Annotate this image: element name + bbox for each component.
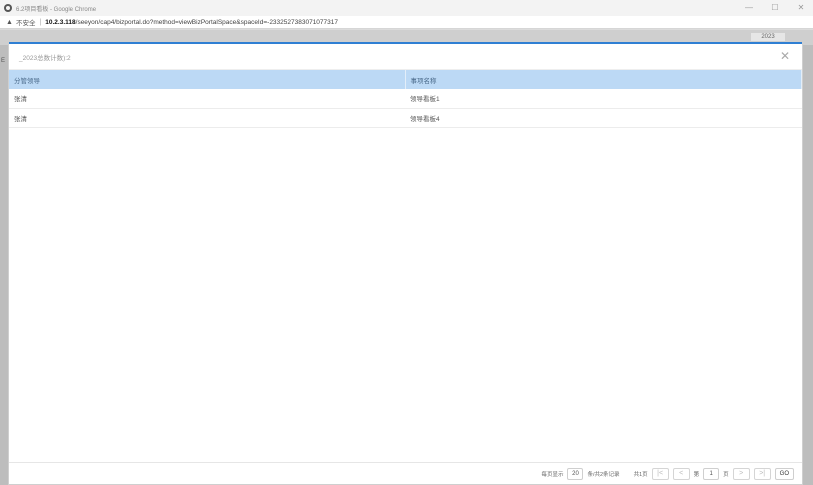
cell-leader: 张清 <box>9 89 405 109</box>
page-suffix-label: 页 <box>723 471 729 478</box>
insecure-label[interactable]: 不安全 <box>16 17 36 27</box>
page-number-input[interactable]: 1 <box>703 467 720 480</box>
address-separator: | <box>39 18 42 26</box>
site-favicon-icon <box>4 4 12 12</box>
background-side-mark: E <box>1 58 6 64</box>
column-header-item-name[interactable]: 事项名称 <box>405 70 802 89</box>
next-page-button[interactable]: > <box>732 467 750 480</box>
url-text[interactable]: 10.2.3.118/seeyon/cap4/bizportal.do?meth… <box>45 19 338 26</box>
window-controls: — ☐ ✕ <box>743 0 807 16</box>
go-button[interactable]: GO <box>774 467 794 480</box>
cell-item-name: 领导看板1 <box>405 89 802 109</box>
close-icon[interactable]: ✕ <box>778 49 792 63</box>
page-prefix-label: 第 <box>693 471 700 478</box>
maximize-button[interactable]: ☐ <box>769 0 781 16</box>
url-path: /seeyon/cap4/bizportal.do?method=viewBiz… <box>75 18 338 26</box>
total-records-label: 条/共2条记录 <box>587 471 620 478</box>
total-pages-label: 共1页 <box>633 471 648 478</box>
warning-icon: ▲ <box>6 18 13 26</box>
background-right-edge <box>803 45 813 485</box>
window-title: 6.2项目看板 - Google Chrome <box>16 6 97 13</box>
column-header-leader[interactable]: 分管领导 <box>9 70 406 89</box>
background-year-chip: 2023 <box>751 33 785 41</box>
per-page-input[interactable]: 20 <box>567 467 584 480</box>
background-left-edge <box>0 45 8 485</box>
per-page-label: 每页显示 <box>541 471 564 478</box>
pagination-bar: 每页显示 20 条/共2条记录 共1页 |< < 第 1 页 > >| GO <box>9 462 802 484</box>
cell-item-name: 领导看板4 <box>405 108 802 128</box>
first-page-button[interactable]: |< <box>651 467 669 480</box>
table-header-row: 分管领导 事项名称 <box>9 70 802 89</box>
prev-page-button[interactable]: < <box>672 467 690 480</box>
table-row[interactable]: 张清 领导看板4 <box>9 108 802 128</box>
minimize-button[interactable]: — <box>743 0 755 16</box>
data-table: 分管领导 事项名称 张清 领导看板1 张清 领导看板4 <box>9 70 802 128</box>
last-page-button[interactable]: >| <box>753 467 771 480</box>
window-title-bar: 6.2项目看板 - Google Chrome — ☐ ✕ <box>0 0 813 16</box>
modal-title: _2023总数计数):2 <box>19 54 71 62</box>
url-host: 10.2.3.118 <box>45 18 76 26</box>
cell-leader: 张清 <box>9 108 405 128</box>
modal-header: _2023总数计数):2 ✕ <box>9 44 802 70</box>
close-window-button[interactable]: ✕ <box>795 0 807 16</box>
address-bar[interactable]: ▲ 不安全 | 10.2.3.118/seeyon/cap4/bizportal… <box>0 16 813 29</box>
table-row[interactable]: 张清 领导看板1 <box>9 89 802 109</box>
detail-modal: _2023总数计数):2 ✕ 分管领导 事项名称 张清 领导看板1 张清 领导看… <box>9 42 802 484</box>
